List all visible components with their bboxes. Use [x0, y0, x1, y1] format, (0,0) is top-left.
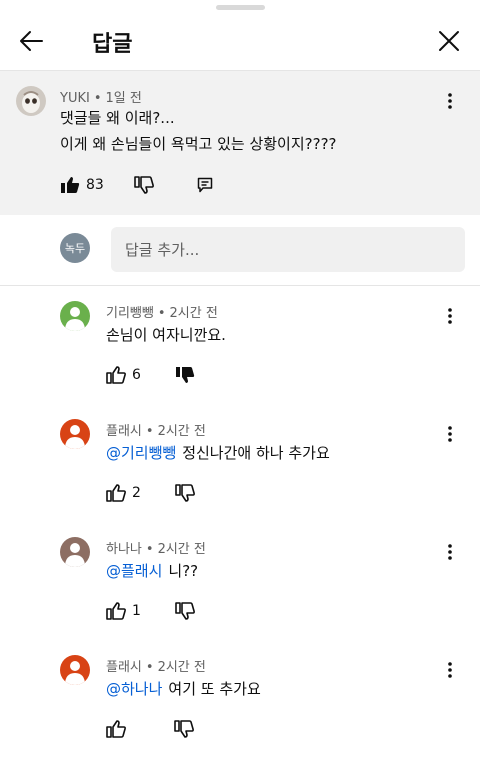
meta-separator: • [145, 424, 154, 439]
add-reply-row: 녹두 [0, 215, 480, 285]
comment-actions: 6 [106, 363, 195, 387]
dislike-button[interactable] [175, 484, 195, 502]
comment-actions [106, 717, 194, 741]
person-icon [60, 537, 90, 567]
comment-author[interactable]: 플래시 [106, 424, 142, 439]
like-button[interactable]: 2 [106, 484, 141, 502]
thumb-up-icon [106, 484, 126, 502]
thumb-up-icon [61, 177, 80, 193]
avatar[interactable] [60, 537, 90, 567]
page-title: 답글 [92, 32, 133, 57]
reply-input[interactable] [111, 227, 465, 272]
like-button[interactable]: 83 [60, 176, 104, 194]
header: 답글 [0, 10, 480, 70]
meta-separator: • [93, 91, 102, 106]
dislike-button[interactable] [175, 602, 195, 620]
avatar[interactable] [16, 86, 46, 116]
comment-author[interactable]: 기리뺑뺑 [106, 306, 154, 321]
more-vert-icon [448, 93, 452, 109]
person-icon [60, 301, 90, 331]
avatar[interactable] [60, 655, 90, 685]
more-vert-icon [448, 308, 452, 324]
dislike-button[interactable] [174, 720, 194, 738]
comment-time[interactable]: 2시간 전 [158, 660, 206, 675]
comment-meta: 플래시 • 2시간 전 [106, 656, 206, 675]
reply-body: 니?? [168, 562, 199, 580]
thumb-down-icon [175, 367, 195, 383]
close-icon [439, 31, 459, 51]
reply-body: 손님이 여자니깐요. [106, 326, 226, 344]
meta-separator: • [145, 660, 154, 675]
thumb-up-icon [106, 602, 126, 620]
like-count: 83 [86, 177, 104, 193]
reply-item: 플래시 • 2시간 전 @하나나 여기 또 추가요 [0, 640, 480, 758]
dislike-button[interactable] [134, 176, 154, 194]
dislike-button[interactable] [175, 366, 195, 384]
mention-link[interactable]: @플래시 [106, 562, 162, 580]
comment-time[interactable]: 2시간 전 [158, 542, 206, 557]
person-icon [60, 419, 90, 449]
back-arrow-icon [20, 31, 43, 51]
like-button[interactable]: 1 [106, 602, 141, 620]
my-avatar[interactable]: 녹두 [60, 233, 90, 263]
comment-text-line: 댓글들 왜 이래?... [60, 109, 175, 127]
reply-body: 여기 또 추가요 [168, 680, 261, 698]
thumb-up-icon [106, 366, 126, 384]
more-options-button[interactable] [440, 89, 460, 113]
mention-link[interactable]: @하나나 [106, 680, 162, 698]
more-vert-icon [448, 426, 452, 442]
reply-button[interactable] [197, 177, 213, 193]
reply-item: 하나나 • 2시간 전 @플래시 니?? 1 [0, 522, 480, 640]
more-vert-icon [448, 544, 452, 560]
close-button[interactable] [432, 24, 466, 58]
like-button[interactable] [106, 720, 126, 738]
comment-time[interactable]: 1일 전 [106, 91, 142, 106]
like-button[interactable]: 6 [106, 366, 141, 384]
comment-meta: 기리뺑뺑 • 2시간 전 [106, 302, 218, 321]
meta-separator: • [157, 306, 166, 321]
thumb-down-icon [134, 176, 154, 194]
more-options-button[interactable] [440, 422, 460, 446]
comment-text-line: 이게 왜 손님들이 욕먹고 있는 상황이지???? [60, 135, 337, 153]
avatar[interactable] [60, 301, 90, 331]
person-icon [60, 655, 90, 685]
like-count: 6 [132, 367, 141, 383]
comment-author[interactable]: 플래시 [106, 660, 142, 675]
comment-time[interactable]: 2시간 전 [158, 424, 206, 439]
comment-meta: 하나나 • 2시간 전 [106, 538, 206, 557]
more-options-button[interactable] [440, 540, 460, 564]
mention-link[interactable]: @기리뺑뺑 [106, 444, 176, 462]
more-options-button[interactable] [440, 658, 460, 682]
thumb-down-icon [174, 720, 194, 738]
avatar[interactable] [60, 419, 90, 449]
comment-meta: YUKI • 1일 전 [60, 87, 142, 106]
person-icon [16, 86, 46, 116]
comment-author[interactable]: YUKI [60, 91, 90, 106]
reply-icon [197, 177, 213, 193]
more-options-button[interactable] [440, 304, 460, 328]
reply-text: @하나나 여기 또 추가요 [106, 677, 261, 701]
reply-text: @기리뺑뺑 정신나간애 하나 추가요 [106, 441, 330, 465]
parent-comment: YUKI • 1일 전 댓글들 왜 이래?... 이게 왜 손님들이 욕먹고 있는 … [0, 71, 480, 215]
reply-item: 기리뺑뺑 • 2시간 전 손님이 여자니깐요. 6 [0, 286, 480, 404]
comment-author[interactable]: 하나나 [106, 542, 142, 557]
like-count: 2 [132, 485, 141, 501]
thumb-down-icon [175, 484, 195, 502]
thumb-down-icon [175, 602, 195, 620]
reply-item: 플래시 • 2시간 전 @기리뺑뺑 정신나간애 하나 추가요 2 [0, 404, 480, 522]
reply-body: 정신나간애 하나 추가요 [182, 444, 330, 462]
comment-time[interactable]: 2시간 전 [170, 306, 218, 321]
comment-meta: 플래시 • 2시간 전 [106, 420, 206, 439]
comment-actions: 2 [106, 481, 195, 505]
back-button[interactable] [14, 24, 48, 58]
thumb-up-icon [106, 720, 126, 738]
reply-text: 손님이 여자니깐요. [106, 323, 226, 347]
meta-separator: • [145, 542, 154, 557]
comment-actions: 83 [60, 173, 213, 197]
more-vert-icon [448, 662, 452, 678]
like-count: 1 [132, 603, 141, 619]
reply-text: @플래시 니?? [106, 559, 198, 583]
comment-actions: 1 [106, 599, 195, 623]
